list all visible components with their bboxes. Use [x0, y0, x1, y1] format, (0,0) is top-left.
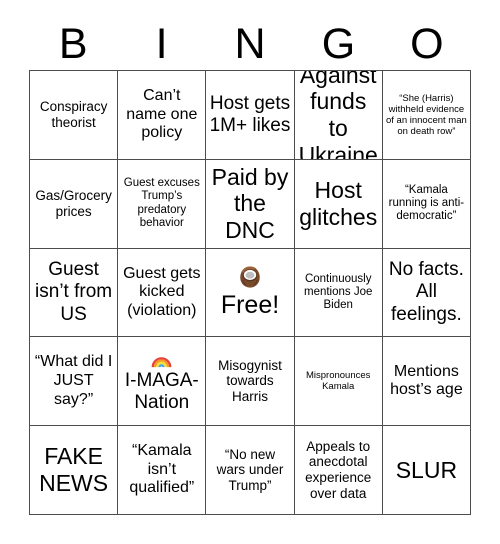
- bingo-cell-label: Misogynist towards Harris: [218, 357, 282, 405]
- bingo-header-letter-i: I: [155, 19, 168, 68]
- bingo-cell[interactable]: Guest gets kicked (violation): [118, 248, 207, 338]
- bingo-cell[interactable]: SLUR: [382, 426, 471, 515]
- bingo-cell-label: Host glitches: [299, 177, 378, 230]
- bingo-cell[interactable]: Mispronounces Kamala: [294, 337, 383, 427]
- bingo-cell-label: Conspiracy theorist: [39, 99, 108, 130]
- bingo-cell-label: Paid by the DNC: [211, 163, 289, 244]
- bingo-cell[interactable]: Misogynist towards Harris: [206, 337, 295, 427]
- bingo-cell[interactable]: Appeals to anecdotal experience over dat…: [294, 426, 383, 515]
- bingo-cell[interactable]: Paid by the DNC: [206, 159, 295, 249]
- bingo-header-letter-o: O: [410, 19, 444, 68]
- bingo-cell-label: Guest isn’t from US: [35, 259, 113, 325]
- bingo-cell[interactable]: Mentions host’s age: [382, 337, 471, 427]
- bingo-cell-label: Against funds to Ukraine: [298, 71, 378, 160]
- bingo-cell-label: Can’t name one policy: [126, 87, 198, 142]
- bingo-cell-label: Guest gets kicked (violation): [123, 264, 201, 319]
- bingo-cell[interactable]: “What did I JUST say?”: [30, 337, 119, 427]
- bingo-cell[interactable]: Against funds to Ukraine: [294, 71, 383, 160]
- bingo-cell-label: Mentions host’s age: [390, 362, 463, 399]
- bingo-cell-label: Guest excuses Trump’s predatory behavior: [123, 177, 200, 230]
- rainbow-emoji: [151, 353, 172, 369]
- bingo-cell[interactable]: Gas/Grocery prices: [30, 159, 119, 249]
- bingo-cell[interactable]: I-MAGA-Nation: [118, 337, 207, 427]
- bingo-cell[interactable]: Guest excuses Trump’s predatory behavior: [118, 159, 207, 249]
- bingo-cell[interactable]: “No new wars under Trump”: [206, 426, 295, 515]
- bingo-cell-label: Appeals to anecdotal experience over dat…: [305, 438, 372, 501]
- bingo-cell[interactable]: “Kamala isn’t qualified”: [118, 426, 207, 515]
- bingo-cell-label: “What did I JUST say?”: [34, 353, 113, 408]
- bingo-cell[interactable]: “Kamala running is anti-democratic”: [382, 159, 471, 249]
- bingo-cell-label: SLUR: [395, 456, 458, 483]
- bingo-cell[interactable]: “She (Harris) withheld evidence of an in…: [382, 71, 471, 160]
- bingo-cell-label: Mispronounces Kamala: [305, 370, 371, 393]
- bingo-cell-label: Host gets 1M+ likes: [209, 92, 291, 136]
- bingo-cell-label: I-MAGA-Nation: [124, 370, 199, 414]
- bingo-cell-label: “No new wars under Trump”: [216, 446, 284, 493]
- bingo-cell-label: No facts. All feelings.: [388, 259, 464, 325]
- bingo-cell[interactable]: Continuously mentions Joe Biden: [294, 248, 383, 338]
- coconut-emoji: [237, 264, 263, 290]
- bingo-cell[interactable]: No facts. All feelings.: [382, 248, 471, 338]
- bingo-cell-label: Gas/Grocery prices: [35, 188, 112, 219]
- bingo-cell[interactable]: Host gets 1M+ likes: [206, 71, 295, 160]
- bingo-cell-free-space[interactable]: Free!: [206, 248, 295, 338]
- bingo-header-letter-g: G: [321, 19, 356, 68]
- bingo-cell-label: “Kamala running is anti-democratic”: [388, 183, 465, 223]
- bingo-cell-label: Continuously mentions Joe Biden: [303, 272, 373, 312]
- bingo-cell[interactable]: Host glitches: [294, 159, 383, 249]
- bingo-header: BINGO: [29, 18, 471, 70]
- bingo-header-letter-n: N: [234, 19, 266, 68]
- bingo-cell-label: Free!: [220, 291, 280, 320]
- bingo-cell-label: “She (Harris) withheld evidence of an in…: [385, 92, 467, 137]
- bingo-cell-inline-wrap: I-MAGA-Nation: [121, 348, 202, 414]
- bingo-grid: Conspiracy theorist Can’t name one policy…: [29, 70, 471, 515]
- bingo-cell-label: “Kamala isn’t qualified”: [129, 442, 195, 497]
- bingo-cell[interactable]: Guest isn’t from US: [30, 248, 119, 338]
- bingo-header-letter-b: B: [58, 19, 88, 68]
- bingo-cell[interactable]: Can’t name one policy: [118, 71, 207, 160]
- bingo-cell[interactable]: FAKE NEWS: [30, 426, 119, 515]
- bingo-cell-label: FAKE NEWS: [39, 443, 109, 497]
- bingo-cell[interactable]: Conspiracy theorist: [30, 71, 119, 160]
- bingo-card: B I N G O Conspiracy theorist Can’t name one …: [0, 0, 500, 544]
